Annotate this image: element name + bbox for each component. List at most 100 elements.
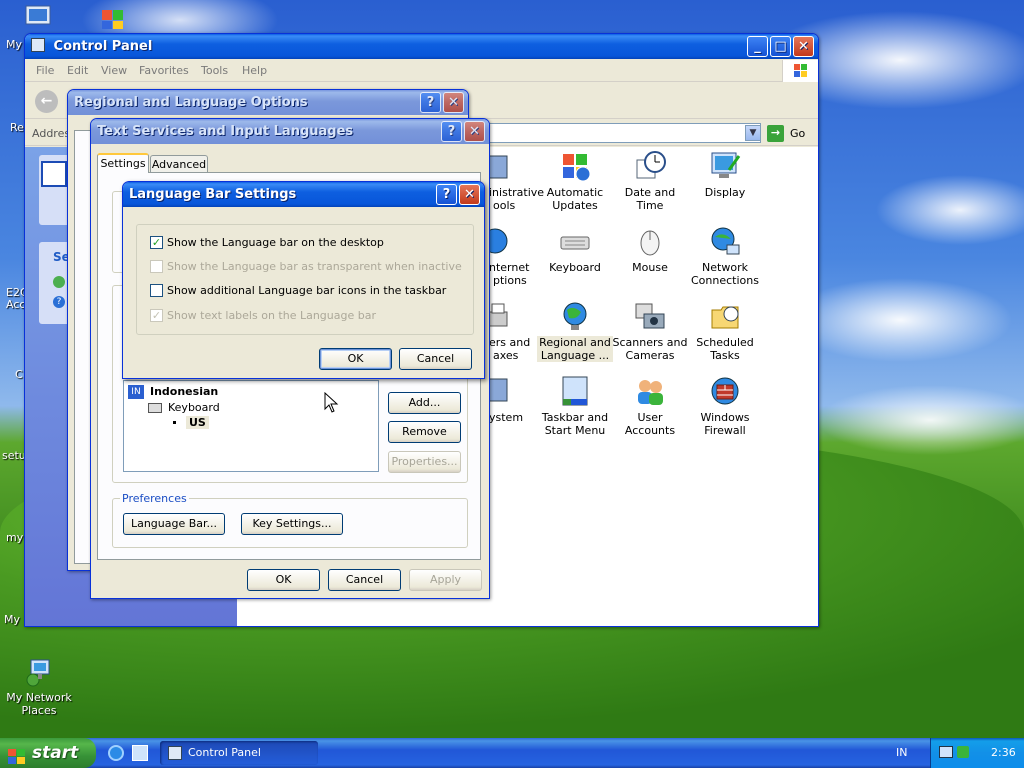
cp-item-label: nternet bbox=[489, 261, 530, 274]
quicklaunch-ie-icon[interactable] bbox=[108, 745, 124, 761]
option-text-labels: ✓ Show text labels on the Language bar bbox=[150, 309, 376, 322]
control-panel-small-icon bbox=[168, 746, 182, 760]
checkbox-taskbar-icons[interactable] bbox=[150, 284, 163, 297]
cp-item-network-connections[interactable]: Network Connections bbox=[687, 225, 763, 287]
cp-item-automatic-updates[interactable]: Automatic Updates bbox=[537, 150, 613, 212]
menu-view[interactable]: View bbox=[101, 64, 127, 77]
tab-advanced[interactable]: Advanced bbox=[150, 155, 208, 173]
minimize-button[interactable]: _ bbox=[747, 36, 768, 57]
cancel-button[interactable]: Cancel bbox=[399, 348, 472, 370]
network-places-icon bbox=[23, 656, 55, 688]
language-bar-titlebar[interactable]: Language Bar Settings ? ✕ bbox=[123, 182, 484, 207]
cp-item-windows-firewall[interactable]: Windows Firewall bbox=[687, 375, 763, 437]
windows-flag-icon bbox=[8, 745, 26, 764]
preferences-label: Preferences bbox=[120, 492, 189, 505]
ok-button[interactable]: OK bbox=[319, 348, 392, 370]
keyboard-small-icon bbox=[148, 403, 162, 413]
option-show-desktop[interactable]: ✓ Show the Language bar on the desktop bbox=[150, 236, 384, 249]
regional-language-icon bbox=[559, 300, 591, 332]
key-settings-button[interactable]: Key Settings... bbox=[241, 513, 343, 535]
cp-item-admin-tools[interactable]: inistrative ools bbox=[488, 150, 544, 212]
cp-item-regional-language[interactable]: Regional and Language ... bbox=[537, 300, 613, 362]
cp-item-mouse[interactable]: Mouse bbox=[612, 225, 688, 274]
checkbox-text-labels: ✓ bbox=[150, 309, 163, 322]
cp-item-user-accounts[interactable]: User Accounts bbox=[612, 375, 688, 437]
cp-item-taskbar-start[interactable]: Taskbar and Start Menu bbox=[537, 375, 613, 437]
network-tray-icon[interactable] bbox=[939, 746, 953, 758]
cp-item-keyboard[interactable]: Keyboard bbox=[537, 225, 613, 274]
menu-edit[interactable]: Edit bbox=[67, 64, 88, 77]
clock[interactable]: 2:36 bbox=[991, 738, 1016, 768]
control-panel-icon bbox=[31, 38, 45, 52]
properties-button[interactable]: Properties... bbox=[388, 451, 461, 473]
go-arrow-icon[interactable]: → bbox=[767, 125, 784, 142]
back-button[interactable]: ← bbox=[35, 90, 58, 113]
desktop-fragment: Acc bbox=[6, 298, 26, 311]
go-button[interactable]: Go bbox=[790, 127, 805, 140]
menu-help[interactable]: Help bbox=[242, 64, 267, 77]
admin-tools-icon bbox=[488, 150, 509, 182]
taskbar: start Control Panel IN 2:36 bbox=[0, 738, 1024, 768]
cp-item-display[interactable]: Display bbox=[687, 150, 763, 199]
cp-item-date-time[interactable]: Date and Time bbox=[612, 150, 688, 212]
add-button[interactable]: Add... bbox=[388, 392, 461, 414]
start-button[interactable]: start bbox=[0, 738, 96, 768]
tab-label: Settings bbox=[100, 157, 146, 170]
close-button[interactable]: ✕ bbox=[464, 121, 485, 142]
control-panel-titlebar[interactable]: Control Panel _ □ ✕ bbox=[25, 34, 818, 59]
language-bar-button[interactable]: Language Bar... bbox=[123, 513, 225, 535]
cp-item-scanners-cameras[interactable]: Scanners and Cameras bbox=[612, 300, 688, 362]
menu-favorites[interactable]: Favorites bbox=[139, 64, 189, 77]
cp-item-label: Scheduled Tasks bbox=[696, 336, 754, 362]
maximize-button[interactable]: □ bbox=[770, 36, 791, 57]
installed-services-list[interactable]: IN Indonesian Keyboard US bbox=[123, 380, 379, 472]
cp-item-printers-faxes[interactable]: ers and axes bbox=[488, 300, 539, 362]
windows-update-icon[interactable] bbox=[53, 276, 65, 288]
cancel-button[interactable]: Cancel bbox=[328, 569, 401, 591]
close-button[interactable]: ✕ bbox=[793, 36, 814, 57]
close-button[interactable]: ✕ bbox=[443, 92, 464, 113]
cp-item-label: Mouse bbox=[632, 261, 668, 274]
desktop-icon-network-places[interactable]: My Network Places bbox=[1, 656, 77, 717]
cp-item-scheduled-tasks[interactable]: Scheduled Tasks bbox=[687, 300, 763, 362]
text-services-titlebar[interactable]: Text Services and Input Languages ? ✕ bbox=[91, 119, 489, 144]
tab-settings[interactable]: Settings bbox=[97, 153, 149, 173]
taskbar-icon bbox=[559, 375, 591, 407]
dialog-title: Text Services and Input Languages bbox=[97, 124, 354, 139]
keyboard-layout: US bbox=[186, 416, 209, 429]
help-button[interactable]: ? bbox=[441, 121, 462, 142]
close-button[interactable]: ✕ bbox=[459, 184, 480, 205]
desktop-fragment: C bbox=[15, 368, 23, 381]
cp-item-label: Taskbar and Start Menu bbox=[541, 411, 609, 437]
option-taskbar-icons[interactable]: Show additional Language bar icons in th… bbox=[150, 284, 446, 297]
keyboard-icon bbox=[559, 225, 591, 257]
language-indicator[interactable]: IN bbox=[896, 746, 907, 759]
help-button[interactable]: ? bbox=[436, 184, 457, 205]
quicklaunch-desktop-icon[interactable] bbox=[132, 745, 148, 761]
ok-button[interactable]: OK bbox=[247, 569, 320, 591]
cp-item-system[interactable]: ystem bbox=[488, 375, 539, 424]
my-documents-icon[interactable] bbox=[24, 4, 54, 30]
cp-item-internet-options[interactable]: nternet ptions bbox=[482, 225, 539, 287]
regional-dialog-titlebar[interactable]: Regional and Language Options ? ✕ bbox=[68, 90, 468, 115]
cp-item-label: Keyboard bbox=[549, 261, 601, 274]
system-icon bbox=[488, 375, 509, 407]
menu-file[interactable]: File bbox=[36, 64, 54, 77]
cp-item-label: Display bbox=[704, 186, 746, 199]
menu-tools[interactable]: Tools bbox=[201, 64, 228, 77]
mouse-icon bbox=[634, 225, 666, 257]
automatic-updates-icon bbox=[559, 150, 591, 182]
help-icon[interactable]: ? bbox=[53, 296, 65, 308]
option-label: Show the Language bar as transparent whe… bbox=[167, 260, 462, 273]
help-button[interactable]: ? bbox=[420, 92, 441, 113]
remove-button[interactable]: Remove bbox=[388, 421, 461, 443]
apply-button[interactable]: Apply bbox=[409, 569, 482, 591]
checkbox-show-desktop[interactable]: ✓ bbox=[150, 236, 163, 249]
address-dropdown-button[interactable]: ▼ bbox=[745, 125, 761, 141]
language-name: Indonesian bbox=[150, 385, 219, 398]
address-label: Addres bbox=[32, 127, 71, 140]
taskbar-button-control-panel[interactable]: Control Panel bbox=[160, 741, 318, 765]
security-tray-icon[interactable] bbox=[957, 746, 969, 758]
ie-icon[interactable] bbox=[100, 4, 134, 30]
cp-item-label: User Accounts bbox=[624, 411, 676, 437]
